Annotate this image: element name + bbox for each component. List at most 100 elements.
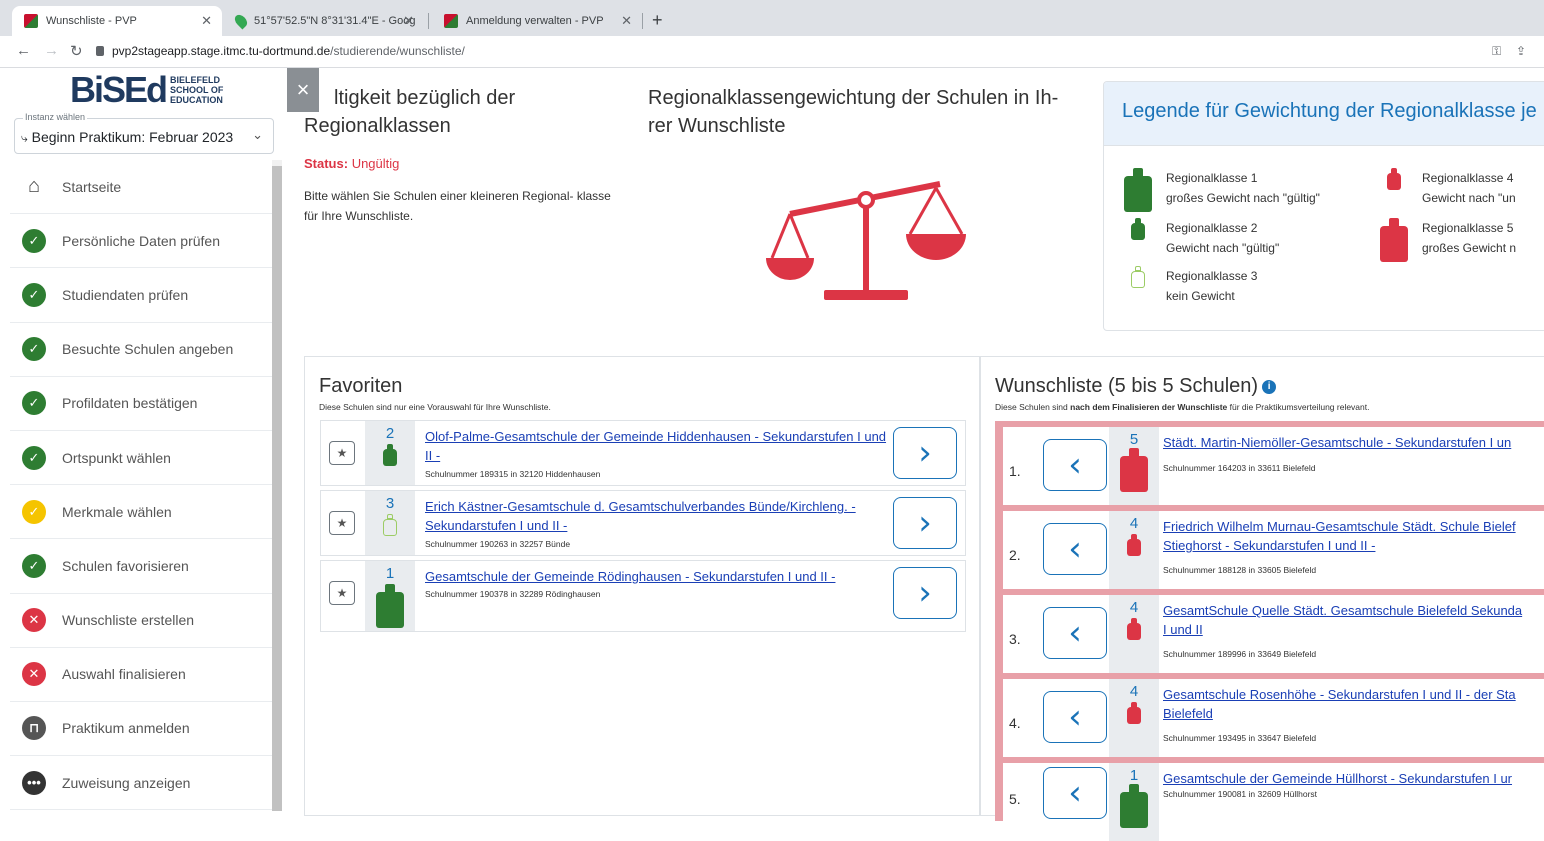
regionalklasse-cell: 4 [1109, 595, 1159, 673]
close-tab-icon[interactable]: ✕ [201, 13, 212, 29]
add-to-wunschliste-button[interactable]: › [893, 497, 957, 549]
school-meta: Schulnummer 189315 in 32120 Hiddenhausen [425, 469, 601, 479]
add-to-wunschliste-button[interactable]: › [893, 427, 957, 479]
regionalklasse-number: 1 [1129, 767, 1139, 784]
weight-small-red-icon [1374, 168, 1414, 190]
wunschliste-row: 1. ‹ 5 Städt. Martin-Niemöller-Gesamtsch… [1003, 427, 1544, 505]
sidebar-item-praktikum-anmelden[interactable]: ⊓ Praktikum anmelden [10, 702, 272, 757]
regionalklasse-number: 5 [1129, 431, 1139, 448]
sidebar-item-label: Zuweisung anzeigen [62, 774, 191, 791]
lock-icon [96, 46, 104, 56]
sidebar-item-besuchte-schulen[interactable]: ✓ Besuchte Schulen angeben [10, 323, 272, 377]
sidebar-item-zuweisung[interactable]: ••• Zuweisung anzeigen [10, 756, 272, 811]
sidebar-scrollbar[interactable] [272, 166, 282, 811]
share-icon[interactable]: ⇪ [1516, 44, 1526, 58]
school-link[interactable]: Olof-Palme-Gesamtschule der Gemeinde Hid… [425, 427, 895, 465]
remove-from-wunschliste-button[interactable]: ‹ [1043, 767, 1107, 819]
add-to-wunschliste-button[interactable]: › [893, 567, 957, 619]
legend-text: Regionalklasse 1 großes Gewicht nach "gül… [1166, 168, 1320, 208]
reload-icon[interactable]: ↻ [70, 42, 83, 60]
close-tab-icon[interactable]: ✕ [621, 13, 632, 29]
school-link[interactable]: Gesamtschule Rosenhöhe - Sekundarstufen … [1163, 685, 1544, 723]
new-tab-button[interactable]: + [652, 10, 663, 31]
legend-desc: großes Gewicht nach "gültig" [1166, 191, 1320, 205]
school-link[interactable]: Städt. Martin-Niemöller-Gesamtschule - S… [1163, 433, 1544, 452]
sidebar-item-startseite[interactable]: ⌂ Startseite [10, 160, 272, 215]
school-meta: Schulnummer 190081 in 32609 Hüllhorst [1163, 789, 1318, 799]
tab-title: Anmeldung verwalten - PVP [466, 15, 604, 27]
legend-item-rk2: Regionalklasse 2 Gewicht nach "gültig" [1118, 218, 1279, 258]
forward-arrow-icon[interactable]: → [44, 42, 59, 59]
school-link[interactable]: Gesamtschule der Gemeinde Rödinghausen -… [425, 567, 895, 586]
tab-google-maps[interactable]: 51°57'52.5"N 8°31'31.4"E - Goog ✕ [224, 6, 424, 36]
info-icon[interactable]: i [1262, 379, 1277, 394]
school-link[interactable]: Erich Kästner-Gesamtschule d. Gesamtschu… [425, 497, 895, 535]
logo-subtitle: BIELEFELD SCHOOL OF EDUCATION [170, 75, 223, 105]
sidebar-item-label: Startseite [62, 178, 122, 195]
school-meta: Schulnummer 188128 in 33605 Bielefeld [1163, 565, 1317, 575]
legend-item-rk5: Regionalklasse 5 großes Gewicht n [1374, 218, 1516, 262]
regionalklasse-number: 3 [385, 495, 395, 512]
tab-title: Wunschliste - PVP [46, 15, 137, 27]
sidebar-item-persoenliche-daten[interactable]: ✓ Persönliche Daten prüfen [10, 214, 272, 269]
star-button[interactable]: ★ [329, 441, 355, 465]
browser-toolbar: ← → ↻ pvp2stageapp.stage.itmc.tu-dortmun… [0, 36, 1544, 68]
tab-wunschliste[interactable]: Wunschliste - PVP ✕ [12, 6, 222, 36]
sidebar-item-ortspunkt[interactable]: ✓ Ortspunkt wählen [10, 431, 272, 486]
logo-mark: BiSEd [70, 69, 168, 110]
sidebar-item-label: Profildaten bestätigen [62, 395, 198, 412]
favoriten-panel: Favoriten Diese Schulen sind nur eine Vo… [304, 356, 980, 816]
subtitle-bold: nach dem Finalisieren der Wunschliste [1070, 402, 1228, 412]
school-link[interactable]: Gesamtschule der Gemeinde Hüllhorst - Se… [1163, 769, 1544, 788]
bised-logo: BiSEd BIELEFELD SCHOOL OF EDUCATION [70, 72, 223, 108]
check-icon: ✓ [22, 391, 46, 416]
sidebar-item-wunschliste[interactable]: ✕ Wunschliste erstellen [10, 594, 272, 648]
wunschliste-row: 2. ‹ 4 Friedrich Wilhelm Murnau-Gesamtsc… [1003, 511, 1544, 589]
school-meta: Schulnummer 190378 in 32289 Rödinghausen [425, 589, 601, 599]
check-icon: ✓ [22, 553, 46, 578]
chevron-down-icon: ⌄ [252, 127, 263, 142]
instanz-label: Instanz wählen [23, 112, 88, 122]
regionalklasse-cell: 2 [365, 421, 415, 485]
sidebar-item-label: Besuchte Schulen angeben [62, 341, 234, 358]
remove-from-wunschliste-button[interactable]: ‹ [1043, 439, 1107, 491]
remove-from-wunschliste-button[interactable]: ‹ [1043, 523, 1107, 575]
address-bar[interactable]: pvp2stageapp.stage.itmc.tu-dortmund.de/s… [112, 44, 465, 58]
maps-pin-icon [232, 12, 250, 30]
legend-desc: kein Gewicht [1166, 289, 1235, 303]
tab-anmeldung[interactable]: Anmeldung verwalten - PVP ✕ [432, 6, 642, 36]
sidebar-item-merkmale[interactable]: ✓ Merkmale wählen [10, 485, 272, 540]
star-button[interactable]: ★ [329, 581, 355, 605]
star-button[interactable]: ★ [329, 511, 355, 535]
key-icon[interactable]: ⚿ [1492, 44, 1501, 59]
sidebar-item-label: Praktikum anmelden [62, 720, 190, 737]
school-link[interactable]: GesamtSchule Quelle Städt. Gesamtschule … [1163, 601, 1544, 639]
legend-item-rk3: Regionalklasse 3 kein Gewicht [1118, 266, 1257, 306]
check-icon: ✓ [22, 282, 46, 307]
remove-from-wunschliste-button[interactable]: ‹ [1043, 607, 1107, 659]
weight-empty-icon [383, 514, 397, 536]
remove-from-wunschliste-button[interactable]: ‹ [1043, 691, 1107, 743]
sidebar-item-finalisieren[interactable]: ✕ Auswahl finalisieren [10, 648, 272, 702]
nrw-favicon-icon [444, 14, 458, 28]
school-link[interactable]: Friedrich Wilhelm Murnau-Gesamtschule St… [1163, 517, 1544, 555]
gueltigkeit-title-text: ltigkeit bezüglich der Regionalklassen [304, 87, 516, 137]
row-position: 5. [1009, 791, 1021, 807]
close-tab-icon[interactable]: ✕ [403, 13, 414, 29]
sidebar-item-label: Wunschliste erstellen [62, 612, 195, 629]
subtitle-pre: Diese Schulen sind [995, 402, 1071, 412]
regionalklasse-cell: 5 [1109, 427, 1159, 505]
status-label: Status: [304, 156, 349, 171]
instanz-select[interactable]: Instanz wählen ⤷ Beginn Praktikum: Febru… [14, 112, 274, 154]
wunschliste-subtitle: Diese Schulen sind nach dem Finalisieren… [995, 402, 1369, 412]
sidebar-item-schulen-favorisieren[interactable]: ✓ Schulen favorisieren [10, 539, 272, 594]
sidebar-item-label: Persönliche Daten prüfen [62, 232, 220, 249]
sidebar-item-label: Studiendaten prüfen [62, 286, 189, 303]
sidebar-item-studiendaten[interactable]: ✓ Studiendaten prüfen [10, 268, 272, 323]
legend-desc: großes Gewicht n [1422, 241, 1517, 255]
sidebar-item-profildaten[interactable]: ✓ Profildaten bestätigen [10, 377, 272, 431]
url-path: /studierende/wunschliste/ [330, 44, 465, 58]
back-arrow-icon[interactable]: ← [16, 42, 31, 59]
status-line: Status: Ungültig [304, 156, 399, 171]
check-icon: ✓ [22, 337, 46, 362]
